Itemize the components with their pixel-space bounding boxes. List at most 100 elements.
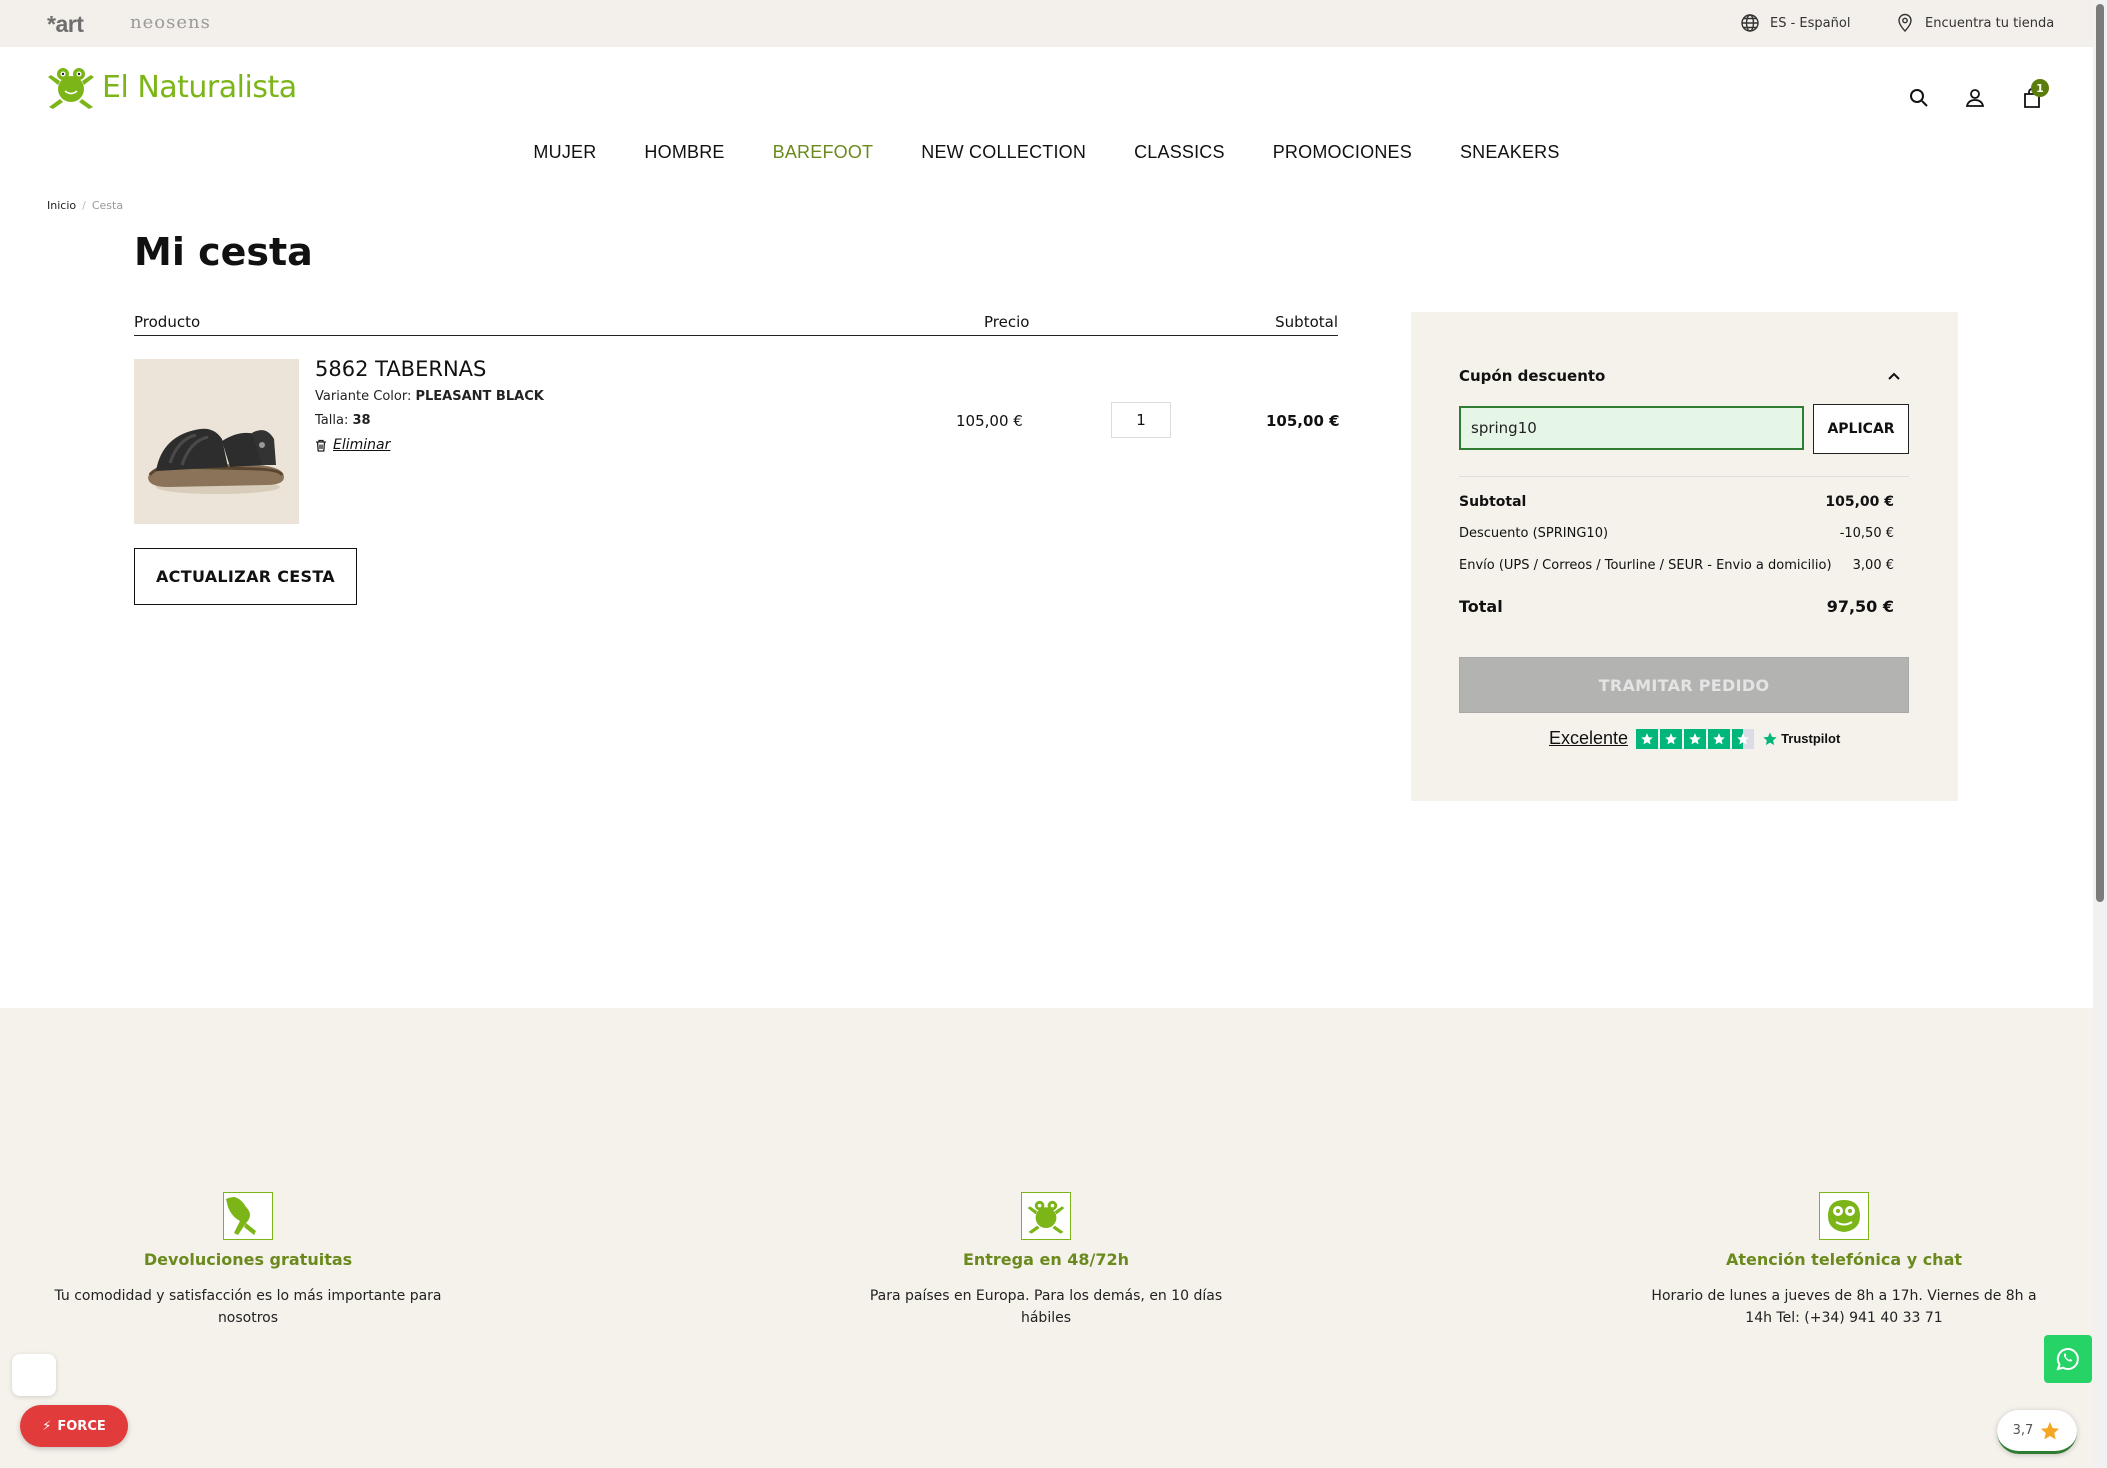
force-button[interactable]: ⚡ FORCE: [20, 1405, 128, 1447]
item-subtotal: 105,00 €: [1266, 412, 1340, 430]
variant-value: PLEASANT BLACK: [415, 389, 544, 404]
whatsapp-icon: [2056, 1348, 2079, 1371]
nav-item-hombre[interactable]: HOMBRE: [644, 142, 724, 163]
summary-shipping-value: 3,00 €: [1852, 558, 1894, 573]
feature-title: Entrega en 48/72h: [962, 1250, 1130, 1269]
site-logo[interactable]: El Naturalista: [46, 63, 297, 111]
breadcrumb-home[interactable]: Inicio: [47, 199, 76, 212]
nav-item-barefoot[interactable]: BAREFOOT: [773, 142, 874, 163]
feature-description: Horario de lunes a jueves de 8h a 17h. V…: [1651, 1288, 2037, 1326]
support-frog-icon: [1819, 1192, 1869, 1240]
size-value: 38: [352, 413, 371, 428]
returns-frog-icon: [223, 1192, 273, 1240]
sandal-image: [134, 359, 299, 524]
account-icon[interactable]: [1963, 86, 1987, 110]
star-icon: [1684, 728, 1707, 749]
rating-value: 3,7: [2012, 1423, 2034, 1438]
whatsapp-button[interactable]: [2044, 1335, 2092, 1383]
nav-item-new-collection[interactable]: NEW COLLECTION: [921, 142, 1086, 163]
star-icon: [2041, 1421, 2060, 1439]
summary-discount-label: Descuento (SPRING10): [1459, 526, 1609, 541]
feature-title: Atención telefónica y chat: [1725, 1250, 1963, 1269]
star-icon: [1636, 728, 1659, 749]
item-price: 105,00 €: [956, 412, 1023, 430]
star-icon: [1708, 728, 1731, 749]
product-size: Talla: 38: [315, 413, 371, 428]
summary-subtotal-row: Subtotal 105,00 €: [1459, 494, 1894, 510]
feature-description: Tu comodidad y satisfacción es lo más im…: [54, 1288, 442, 1326]
checkout-button[interactable]: TRAMITAR PEDIDO: [1459, 657, 1909, 713]
summary-subtotal-value: 105,00 €: [1825, 494, 1894, 510]
product-variant: Variante Color: PLEASANT BLACK: [315, 389, 544, 404]
breadcrumb-current: Cesta: [91, 199, 124, 212]
logo-wordmark: El Naturalista: [102, 69, 297, 105]
page-title: Mi cesta: [134, 230, 313, 274]
location-pin-icon: [1898, 13, 1912, 33]
column-subtotal: Subtotal: [1275, 313, 1338, 331]
star-icon: [1660, 728, 1683, 749]
summary-total-row: Total 97,50 €: [1459, 597, 1894, 616]
feature-free-returns: Devoluciones gratuitas Tu comodidad y sa…: [48, 1192, 448, 1329]
frog-logo-icon: [48, 68, 94, 109]
globe-icon: [1741, 14, 1759, 32]
delivery-frog-icon: [1021, 1192, 1071, 1240]
trustpilot-stars: [1636, 728, 1755, 749]
variant-label: Variante Color:: [315, 389, 412, 404]
summary-total-value: 97,50 €: [1826, 597, 1894, 616]
trustpilot-star-icon: [1763, 731, 1777, 745]
summary-shipping-row: Envío (UPS / Correos / Tourline / SEUR -…: [1459, 558, 1894, 573]
remove-item-label: Eliminar: [333, 437, 391, 453]
coupon-title: Cupón descuento: [1459, 367, 1606, 385]
lightning-icon: ⚡: [42, 1418, 52, 1434]
trustpilot-widget[interactable]: Excelente Trustpilot: [1549, 728, 1840, 749]
force-label: FORCE: [57, 1418, 106, 1434]
summary-divider: [1459, 476, 1909, 477]
scrollbar-thumb[interactable]: [2096, 4, 2104, 902]
product-name[interactable]: 5862 TABERNAS: [315, 357, 486, 381]
art-brand-link[interactable]: *art: [47, 11, 84, 38]
size-label: Talla:: [315, 413, 349, 428]
summary-total-label: Total: [1459, 597, 1503, 616]
coupon-input[interactable]: spring10: [1459, 406, 1804, 450]
summary-subtotal-label: Subtotal: [1459, 494, 1527, 510]
language-selector[interactable]: ES - Español: [1740, 13, 1850, 33]
cart-table-header: Producto Precio Subtotal: [134, 312, 1338, 336]
summary-shipping-label: Envío (UPS / Correos / Tourline / SEUR -…: [1459, 558, 1832, 573]
nav-item-promociones[interactable]: PROMOCIONES: [1273, 142, 1412, 163]
language-label: ES - Español: [1770, 15, 1851, 31]
top-utility-bar: *art neosens ES - Español Encuentra tu t…: [0, 0, 2093, 47]
feature-title: Devoluciones gratuitas: [143, 1250, 353, 1269]
nav-item-classics[interactable]: CLASSICS: [1134, 142, 1225, 163]
apply-coupon-button[interactable]: APLICAR: [1813, 404, 1909, 454]
quantity-input[interactable]: 1: [1111, 402, 1171, 438]
half-star-icon: [1732, 728, 1755, 749]
nav-item-mujer[interactable]: MUJER: [533, 142, 596, 163]
rating-badge[interactable]: 3,7: [1997, 1410, 2077, 1454]
store-locator-link[interactable]: Encuentra tu tienda: [1895, 13, 2054, 33]
store-locator-label: Encuentra tu tienda: [1925, 15, 2055, 31]
summary-discount-row: Descuento (SPRING10) -10,50 €: [1459, 526, 1894, 541]
footer-features: Devoluciones gratuitas Tu comodidad y sa…: [0, 1008, 2093, 1468]
order-summary-panel: Cupón descuento spring10 APLICAR Subtota…: [1411, 312, 1958, 801]
main-nav: MUJER HOMBRE BAREFOOT NEW COLLECTION CLA…: [0, 142, 2093, 163]
product-image[interactable]: [134, 359, 299, 524]
trustpilot-logo: Trustpilot: [1762, 731, 1840, 747]
chevron-up-icon[interactable]: [1886, 368, 1902, 384]
feature-description: Para países en Europa. Para los demás, e…: [869, 1288, 1223, 1326]
update-cart-button[interactable]: ACTUALIZAR CESTA: [134, 548, 357, 605]
trustpilot-rating-word: Excelente: [1549, 728, 1629, 748]
page-scrollbar[interactable]: [2093, 0, 2107, 1468]
remove-item-button[interactable]: Eliminar: [315, 437, 390, 453]
neosens-brand-link[interactable]: neosens: [130, 12, 211, 33]
feature-support: Atención telefónica y chat Horario de lu…: [1644, 1192, 2044, 1329]
search-icon[interactable]: [1907, 86, 1931, 110]
feature-delivery: Entrega en 48/72h Para países en Europa.…: [846, 1192, 1246, 1329]
breadcrumb-separator: /: [82, 199, 86, 212]
cart-count-badge: 1: [2031, 79, 2049, 97]
summary-discount-value: -10,50 €: [1839, 526, 1894, 541]
trash-icon: [316, 439, 326, 452]
floating-widget-button[interactable]: [12, 1354, 56, 1396]
nav-item-sneakers[interactable]: SNEAKERS: [1460, 142, 1560, 163]
column-price: Precio: [984, 313, 1030, 331]
trustpilot-brand-label: Trustpilot: [1781, 731, 1841, 746]
